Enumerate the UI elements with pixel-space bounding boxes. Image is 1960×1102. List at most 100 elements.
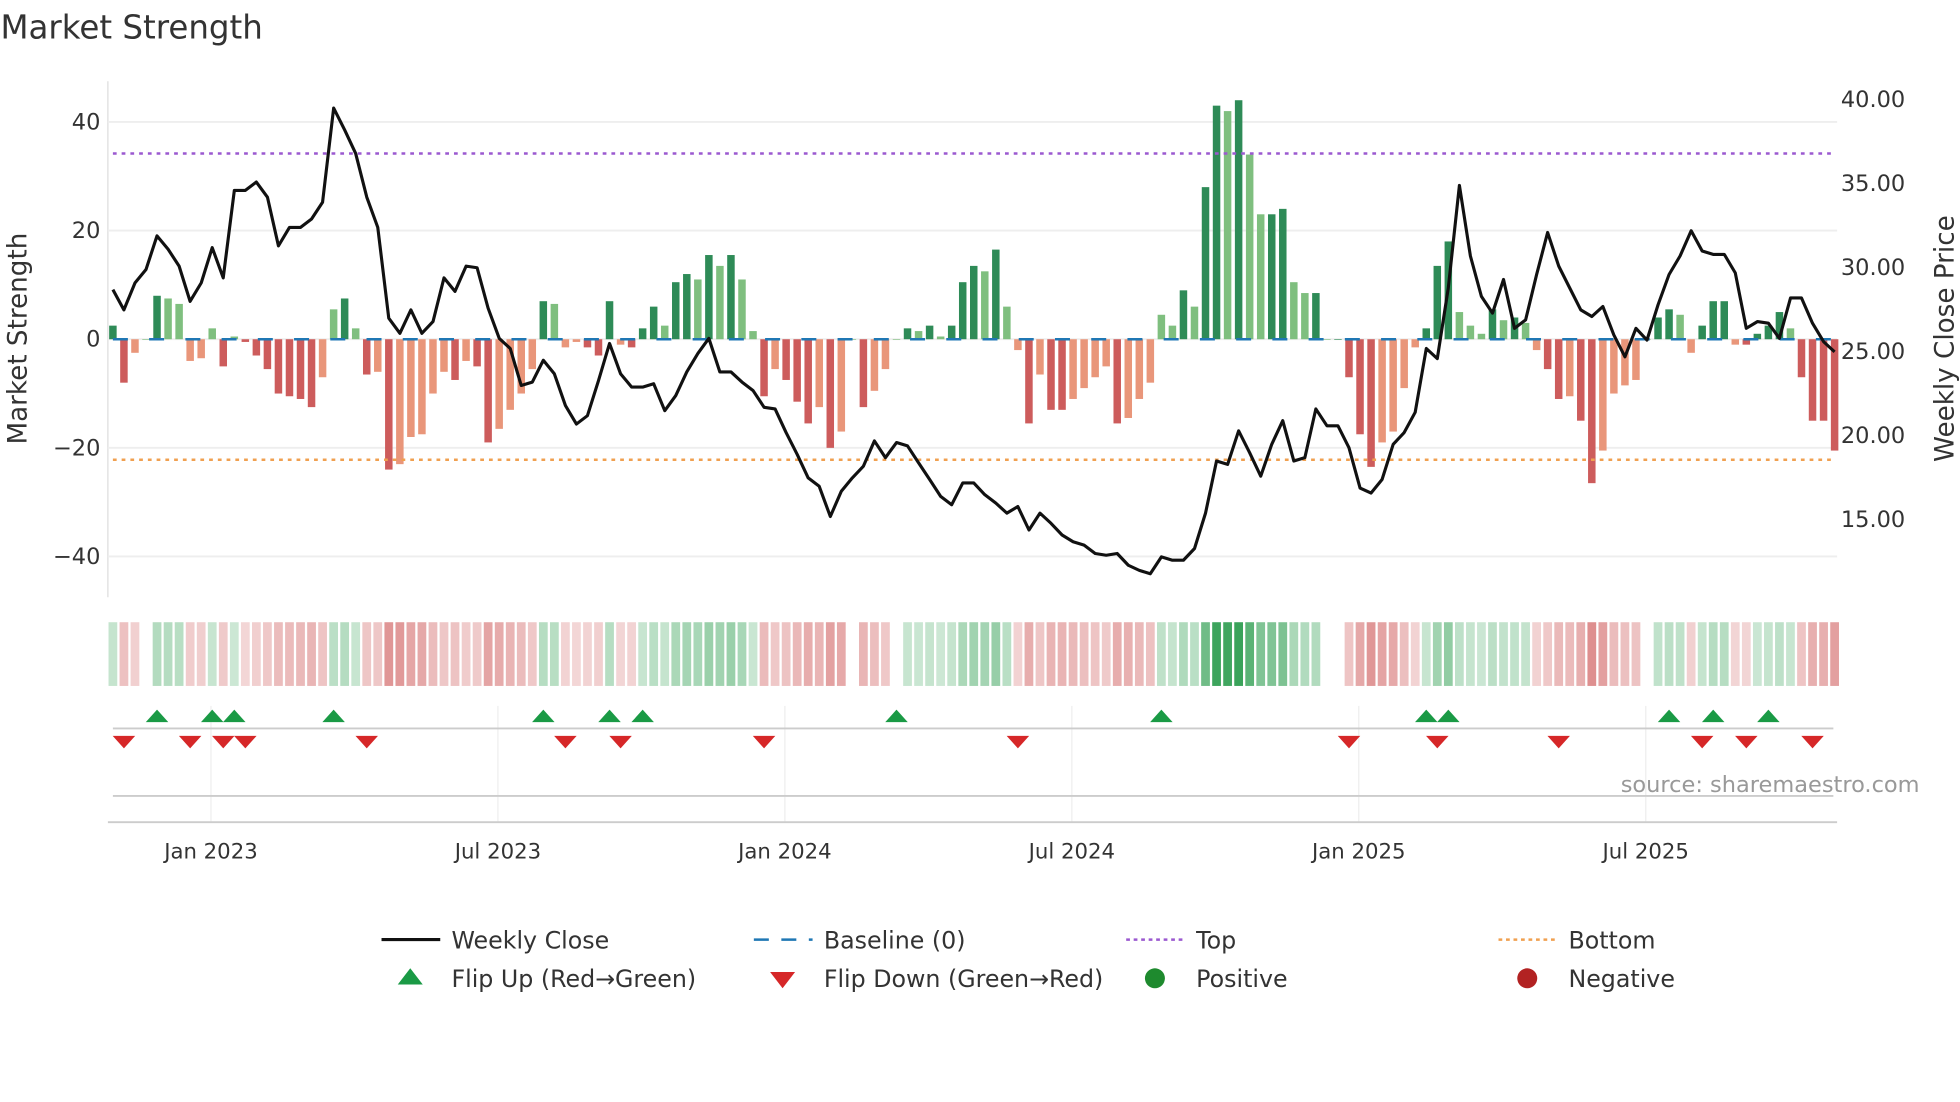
strength-bar xyxy=(1234,100,1243,340)
heat-cell xyxy=(1576,622,1586,686)
heat-cell xyxy=(1245,622,1255,686)
flip-down-marker xyxy=(355,735,378,749)
flip-up-marker xyxy=(200,709,224,723)
strength-bar xyxy=(727,255,735,340)
strength-bar xyxy=(1334,339,1342,340)
heat-cell xyxy=(1686,622,1696,686)
heat-cell xyxy=(1477,622,1486,686)
strength-bar xyxy=(1577,339,1585,421)
heat-cell xyxy=(318,622,327,686)
strength-bar xyxy=(1301,293,1309,340)
strength-bar xyxy=(1102,339,1110,367)
strength-bar xyxy=(561,339,570,348)
strength-bar xyxy=(197,339,205,359)
heat-cell xyxy=(1366,622,1376,686)
heat-cell xyxy=(1432,622,1442,686)
strength-bar xyxy=(1091,339,1099,378)
strength-bar xyxy=(705,255,713,340)
heat-cell xyxy=(1344,622,1354,686)
strength-bar xyxy=(1168,325,1177,340)
heat-cell xyxy=(1068,622,1078,686)
heat-cell xyxy=(1609,622,1619,686)
heat-cell xyxy=(108,622,118,686)
strength-bar xyxy=(572,339,581,342)
strength-bar xyxy=(1477,333,1486,340)
left-tick-label: −40 xyxy=(53,544,100,570)
strength-bar xyxy=(1543,339,1552,370)
strength-bar xyxy=(947,325,956,340)
right-tick-label: 15.00 xyxy=(1841,507,1905,533)
strength-bar xyxy=(672,282,680,340)
strength-bar xyxy=(804,339,812,424)
heat-cell xyxy=(450,622,460,686)
heat-cell xyxy=(130,622,140,686)
flip-up-marker xyxy=(322,709,345,723)
heat-cell xyxy=(781,622,791,686)
left-axis-label: Market Strength xyxy=(4,233,34,445)
strength-bar xyxy=(970,265,978,340)
heat-cell xyxy=(1101,622,1111,686)
heat-cell xyxy=(142,622,151,686)
heat-cell xyxy=(881,622,890,686)
heat-cell xyxy=(1024,622,1034,686)
flip-down-marker xyxy=(752,735,776,749)
heat-cell xyxy=(1454,622,1464,686)
x-tick-label: Jul 2024 xyxy=(1027,839,1115,864)
x-tick-label: Jan 2025 xyxy=(1310,839,1406,864)
heat-cell xyxy=(616,622,625,686)
right-tick-label: 30.00 xyxy=(1841,255,1905,281)
strength-bar xyxy=(1532,339,1541,351)
heat-cell xyxy=(351,622,361,686)
right-tick-label: 40.00 xyxy=(1841,87,1905,113)
strength-bar xyxy=(274,339,283,394)
flip-down-marker xyxy=(178,735,202,749)
legend-swatch-positive xyxy=(1144,968,1165,989)
heat-cell xyxy=(1631,622,1641,686)
heat-cell xyxy=(1090,622,1100,686)
heat-cell xyxy=(1323,622,1332,686)
heat-cell xyxy=(737,622,747,686)
strength-bar xyxy=(1720,301,1728,340)
strength-bar xyxy=(1709,301,1717,340)
heat-cell xyxy=(1510,622,1519,686)
strength-bar xyxy=(1786,328,1795,340)
heat-cell xyxy=(1466,622,1475,686)
strength-bar xyxy=(1687,339,1695,353)
strength-bar xyxy=(296,339,305,399)
legend-label-flip_down: Flip Down (Green→Red) xyxy=(824,965,1103,993)
strength-bar xyxy=(1113,339,1121,424)
strength-bar xyxy=(1455,312,1464,340)
flip-up-marker xyxy=(885,709,908,723)
heat-cell xyxy=(682,622,692,686)
heat-cell xyxy=(561,622,570,686)
heat-cell xyxy=(1543,622,1553,686)
strength-bar xyxy=(649,306,658,340)
strength-bar xyxy=(1036,339,1044,375)
heat-cell xyxy=(1719,622,1729,686)
heat-cell xyxy=(1145,622,1155,686)
heat-cell xyxy=(1002,622,1012,686)
strength-bar xyxy=(1565,339,1574,397)
flip-down-marker xyxy=(554,735,577,749)
strength-bar xyxy=(1212,105,1221,340)
strength-bar xyxy=(385,339,393,470)
flip-up-marker xyxy=(1701,709,1725,723)
heat-cell xyxy=(1565,622,1575,686)
heat-cell xyxy=(1190,622,1199,686)
legend-label-baseline: Baseline (0) xyxy=(824,926,966,954)
heat-cell xyxy=(1708,622,1718,686)
heat-cell xyxy=(218,622,228,686)
heat-cell xyxy=(870,622,879,686)
heat-cell xyxy=(538,622,548,686)
strength-bar xyxy=(1588,339,1596,484)
heat-cell xyxy=(1697,622,1707,686)
heat-cell xyxy=(263,622,272,686)
strength-bar xyxy=(694,279,702,340)
heat-cell xyxy=(207,622,217,686)
heat-cell xyxy=(671,622,681,686)
strength-bar xyxy=(208,328,216,340)
heat-cell xyxy=(196,622,206,686)
heat-cell xyxy=(505,622,515,686)
x-tick-label: Jul 2023 xyxy=(453,839,541,864)
heat-cell xyxy=(1797,622,1806,686)
